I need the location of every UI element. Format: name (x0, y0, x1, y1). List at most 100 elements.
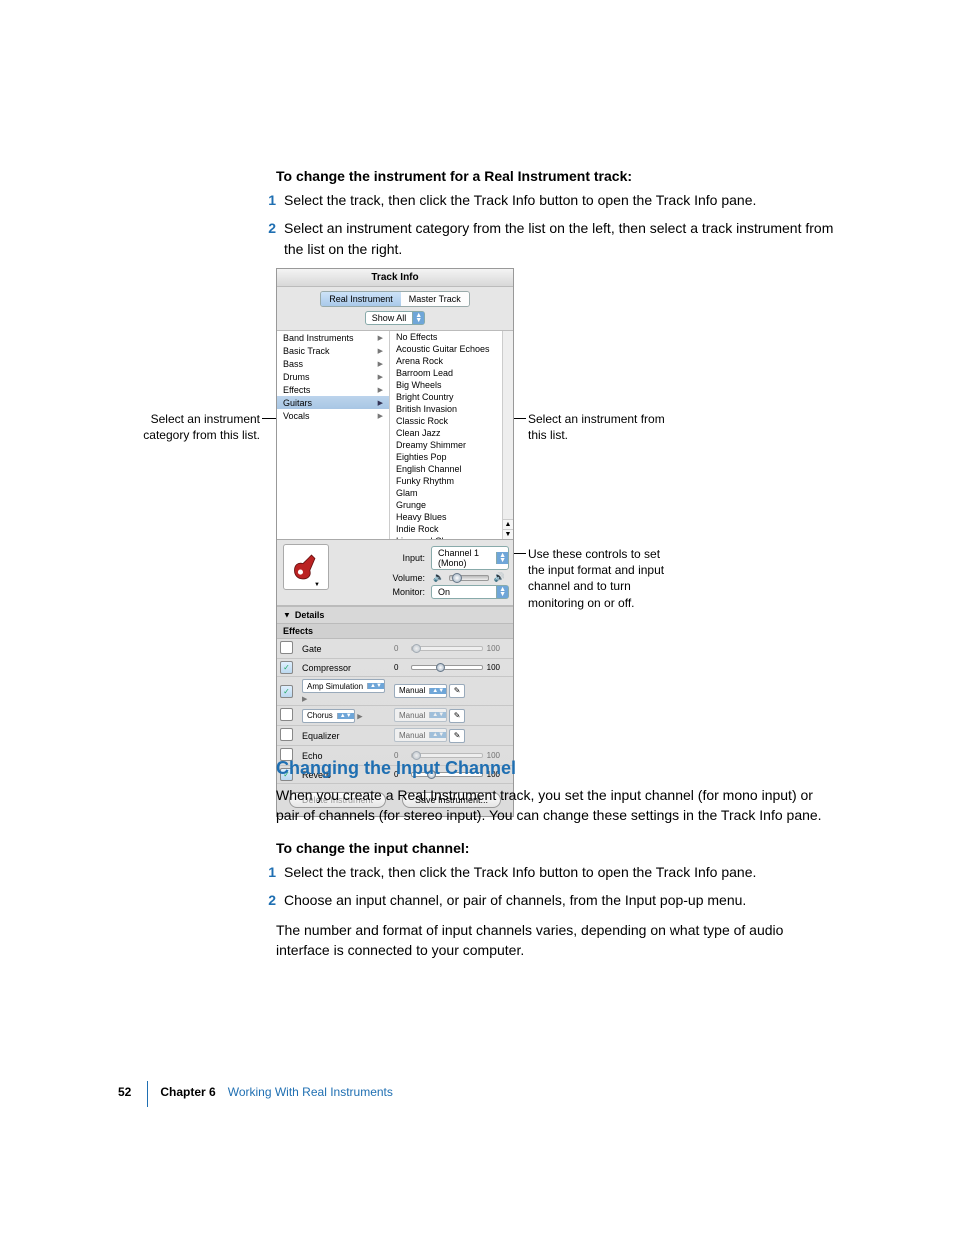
instrument-item[interactable]: Classic Rock (390, 415, 513, 427)
effects-header: Effects (277, 624, 513, 639)
chevron-right-icon: ▶ (302, 696, 307, 703)
instrument-item[interactable]: Heavy Blues (390, 511, 513, 523)
callout-right-1: Select an instrument from this list. (528, 411, 668, 443)
instrument-item[interactable]: Acoustic Guitar Echoes (390, 343, 513, 355)
instrument-item[interactable]: Dreamy Shimmer (390, 439, 513, 451)
scroll-up-icon[interactable]: ▲ (503, 519, 513, 529)
popup-arrows-icon: ▲▼ (412, 312, 424, 324)
callout-right-2: Use these controls to set the input form… (528, 546, 673, 611)
pencil-icon[interactable]: ✎ (449, 709, 465, 723)
callout-left: Select an instrument category from this … (120, 411, 260, 443)
para-note: The number and format of input channels … (276, 920, 836, 961)
chevron-right-icon: ▶ (378, 360, 383, 368)
effect-checkbox[interactable]: ✓ (280, 661, 293, 674)
chevron-right-icon: ▶ (378, 412, 383, 420)
details-disclosure[interactable]: ▲Details (277, 606, 513, 624)
effect-name: Compressor (302, 663, 351, 673)
effect-slider[interactable]: 0100 (394, 644, 500, 653)
speaker-high-icon: 🔊 (492, 572, 507, 583)
effect-row: Chorus▲▼ ▶ Manual▲▼✎ (277, 706, 513, 726)
instrument-item[interactable]: Barroom Lead (390, 367, 513, 379)
instrument-item[interactable]: Arena Rock (390, 355, 513, 367)
effect-name: Gate (302, 644, 322, 654)
chevron-right-icon: ▶ (378, 386, 383, 394)
category-item[interactable]: Guitars▶ (277, 396, 389, 409)
chevron-right-icon: ▶ (378, 373, 383, 381)
category-item[interactable]: Bass▶ (277, 357, 389, 370)
step-a-1: 1Select the track, then click the Track … (276, 190, 836, 210)
tab-master-track[interactable]: Master Track (401, 292, 469, 306)
effect-preset-popup[interactable]: Manual▲▼ (394, 728, 447, 742)
effect-checkbox[interactable]: ✓ (280, 685, 293, 698)
heading-change-instrument: To change the instrument for a Real Inst… (276, 168, 836, 184)
step-b-2: 2Choose an input channel, or pair of cha… (276, 890, 836, 910)
chapter-title: Working With Real Instruments (228, 1085, 393, 1099)
effect-row: ✓ Amp Simulation▲▼ ▶ Manual▲▼✎ (277, 677, 513, 706)
mode-segmented-control[interactable]: Real Instrument Master Track (320, 291, 470, 307)
instrument-item[interactable]: Eighties Pop (390, 451, 513, 463)
step-b-1: 1Select the track, then click the Track … (276, 862, 836, 882)
category-list[interactable]: Band Instruments▶Basic Track▶Bass▶Drums▶… (277, 331, 390, 539)
step-a-2: 2Select an instrument category from the … (276, 218, 836, 259)
category-item[interactable]: Effects▶ (277, 383, 389, 396)
heading-change-input: To change the input channel: (276, 840, 836, 856)
effect-checkbox[interactable] (280, 728, 293, 741)
effect-row: ✓ Compressor 0100 (277, 659, 513, 677)
volume-label: Volume: (335, 573, 431, 583)
panel-title: Track Info (277, 269, 513, 287)
chevron-right-icon: ▶ (378, 347, 383, 355)
instrument-item[interactable]: Indie Rock (390, 523, 513, 535)
chevron-down-icon[interactable]: ▼ (314, 582, 320, 588)
para-intro-input: When you create a Real Instrument track,… (276, 785, 836, 826)
input-channel-popup[interactable]: Channel 1 (Mono)▲▼ (431, 546, 509, 570)
show-all-popup[interactable]: Show All ▲▼ (365, 311, 425, 325)
chevron-right-icon: ▶ (378, 399, 383, 407)
effect-slider[interactable]: 0100 (394, 663, 500, 672)
pencil-icon[interactable]: ✎ (449, 684, 465, 698)
effect-row: Equalizer Manual▲▼✎ (277, 726, 513, 746)
instrument-item[interactable]: No Effects (390, 331, 513, 343)
instrument-list[interactable]: No EffectsAcoustic Guitar EchoesArena Ro… (390, 331, 513, 539)
category-item[interactable]: Drums▶ (277, 370, 389, 383)
category-item[interactable]: Vocals▶ (277, 409, 389, 422)
monitor-label: Monitor: (335, 587, 431, 597)
instrument-item[interactable]: Funky Rhythm (390, 475, 513, 487)
chapter-label: Chapter 6 (160, 1085, 215, 1099)
popup-arrows-icon: ▲▼ (496, 552, 508, 564)
volume-slider[interactable] (449, 575, 489, 581)
disclosure-triangle-icon: ▲ (283, 611, 291, 620)
instrument-item[interactable]: British Invasion (390, 403, 513, 415)
input-label: Input: (335, 553, 431, 563)
effect-name: Equalizer (302, 731, 340, 741)
instrument-item[interactable]: Liverpool Clean (390, 535, 513, 539)
category-item[interactable]: Basic Track▶ (277, 344, 389, 357)
instrument-item[interactable]: Bright Country (390, 391, 513, 403)
instrument-item[interactable]: Glam (390, 487, 513, 499)
effect-checkbox[interactable] (280, 708, 293, 721)
effect-name-popup[interactable]: Chorus▲▼ (302, 709, 355, 723)
section-changing-input-channel: Changing the Input Channel (276, 758, 836, 779)
speaker-low-icon: 🔈 (431, 572, 446, 583)
pencil-icon[interactable]: ✎ (449, 729, 465, 743)
category-item[interactable]: Band Instruments▶ (277, 331, 389, 344)
instrument-item[interactable]: English Channel (390, 463, 513, 475)
chevron-right-icon: ▶ (357, 713, 362, 720)
effect-preset-popup[interactable]: Manual▲▼ (394, 684, 447, 698)
page-number: 52 (118, 1085, 131, 1099)
scrollbar[interactable]: ▲ ▼ (502, 331, 513, 539)
instrument-item[interactable]: Big Wheels (390, 379, 513, 391)
instrument-item[interactable]: Grunge (390, 499, 513, 511)
instrument-icon[interactable]: ▼ (283, 544, 329, 590)
track-info-panel: Track Info Real Instrument Master Track … (276, 268, 514, 817)
monitor-popup[interactable]: On▲▼ (431, 585, 509, 599)
instrument-item[interactable]: Clean Jazz (390, 427, 513, 439)
chevron-right-icon: ▶ (378, 334, 383, 342)
page-footer: 52 Chapter 6 Working With Real Instrumen… (118, 1079, 393, 1105)
effect-name-popup[interactable]: Amp Simulation▲▼ (302, 679, 385, 693)
effect-row: Gate 0100 (277, 639, 513, 659)
popup-arrows-icon: ▲▼ (496, 586, 508, 598)
effect-preset-popup[interactable]: Manual▲▼ (394, 708, 447, 722)
tab-real-instrument[interactable]: Real Instrument (321, 292, 401, 306)
effect-checkbox[interactable] (280, 641, 293, 654)
scroll-down-icon[interactable]: ▼ (503, 529, 513, 539)
